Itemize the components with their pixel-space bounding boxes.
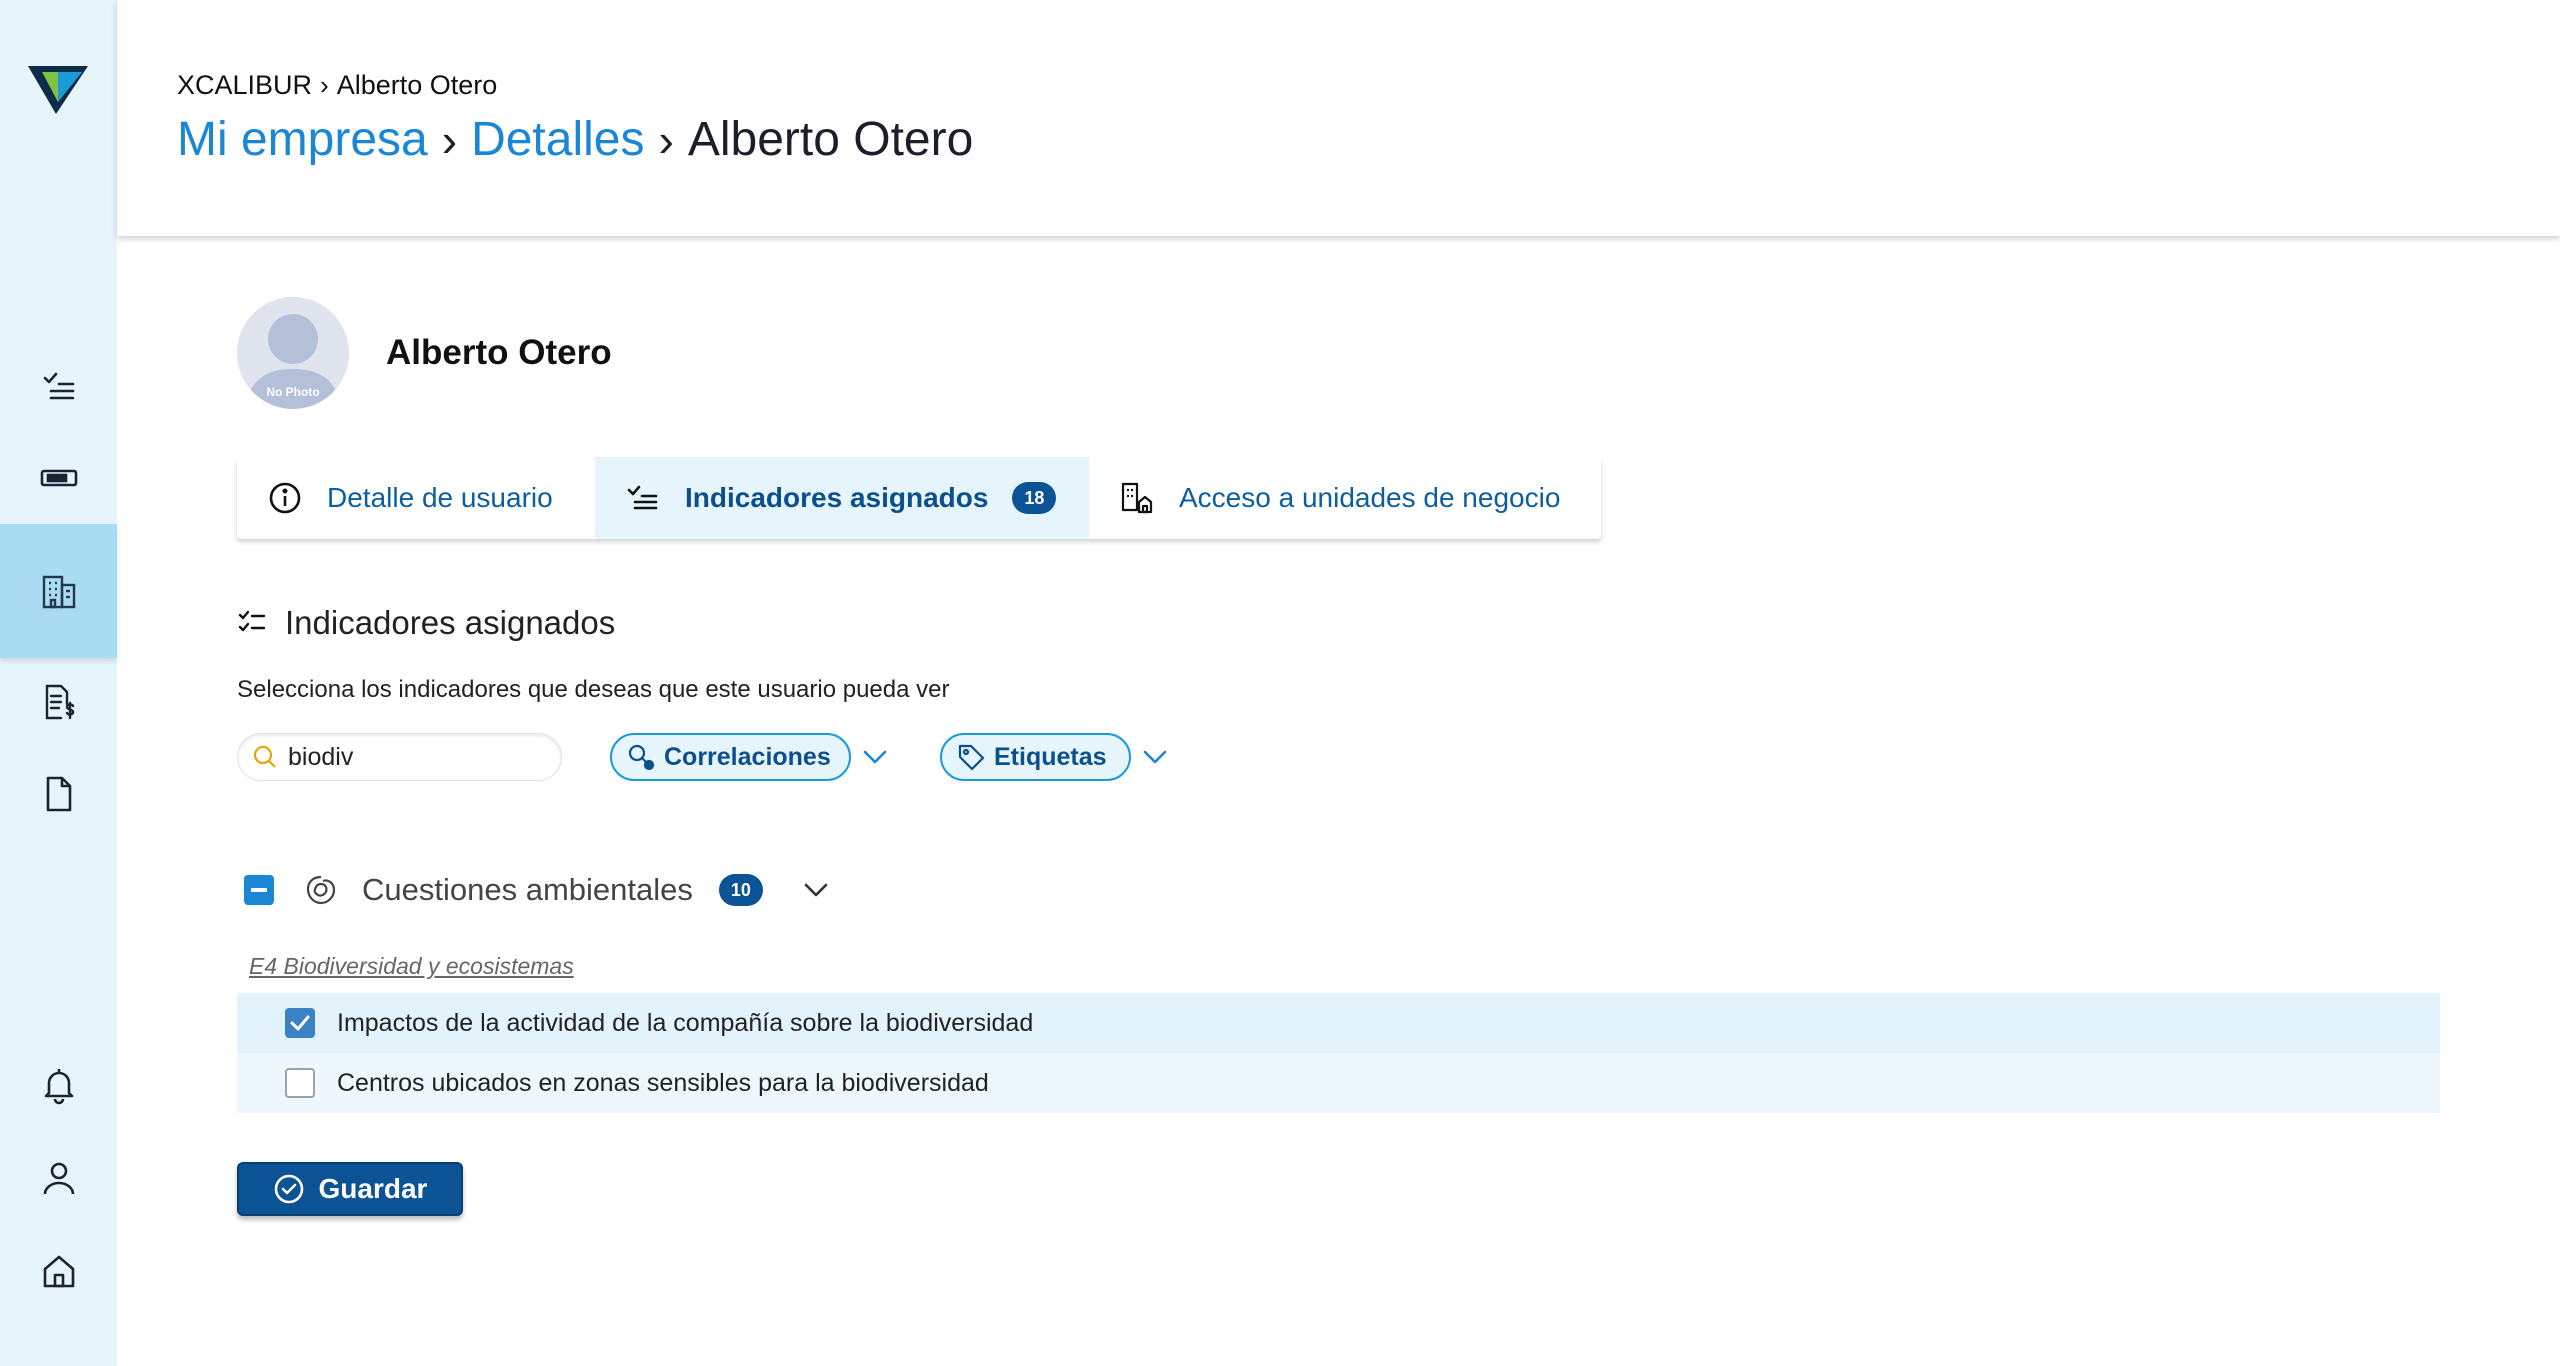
tab-label: Detalle de usuario <box>327 482 553 513</box>
tab-count-badge: 18 <box>1012 482 1057 514</box>
section-heading: Indicadores asignados <box>237 604 615 642</box>
indicator-row[interactable]: Centros ubicados en zonas sensibles para… <box>237 1053 2440 1113</box>
checklist-icon <box>238 610 266 632</box>
breadcrumb-current: Alberto Otero <box>336 70 498 100</box>
sidebar-item-documents[interactable] <box>0 754 117 834</box>
tab-assigned-indicators[interactable]: Indicadores asignados 18 <box>595 457 1089 539</box>
breadcrumb-link-mi-empresa[interactable]: Mi empresa <box>177 112 428 167</box>
user-icon <box>43 1162 74 1195</box>
chevron-down-icon[interactable] <box>858 740 892 774</box>
sidebar <box>0 0 117 1366</box>
logo-icon[interactable] <box>28 62 88 116</box>
section-description: Selecciona los indicadores que deseas qu… <box>237 676 950 703</box>
sidebar-item-notifications[interactable] <box>0 1045 117 1125</box>
page-title-breadcrumb: Mi empresa › Detalles › Alberto Otero <box>177 112 973 167</box>
checklist-icon <box>43 372 74 400</box>
checklist-icon <box>627 485 658 510</box>
breadcrumb-root[interactable]: XCALIBUR <box>177 70 312 101</box>
environment-icon <box>306 875 336 905</box>
card-icon <box>40 469 77 487</box>
info-icon <box>269 482 301 514</box>
search-input[interactable] <box>288 742 538 772</box>
correlations-filter-button[interactable]: Correlaciones <box>610 733 851 781</box>
filter-label: Etiquetas <box>994 742 1107 771</box>
tag-icon <box>958 744 985 771</box>
tags-filter-button[interactable]: Etiquetas <box>940 733 1131 781</box>
invoice-icon <box>45 684 74 720</box>
tab-label: Indicadores asignados <box>685 482 989 513</box>
sidebar-item-invoices[interactable] <box>0 662 117 742</box>
buildings-icon <box>1121 482 1153 514</box>
bell-icon <box>44 1069 73 1105</box>
breadcrumb-small: XCALIBUR › Alberto Otero <box>177 70 497 101</box>
checkmark-icon <box>290 1015 310 1031</box>
indicator-checkbox[interactable] <box>285 1068 315 1098</box>
page-title: Alberto Otero <box>687 113 974 166</box>
breadcrumb-link-detalles[interactable]: Detalles <box>471 112 644 167</box>
indicator-label: Impactos de la actividad de la compañía … <box>337 1008 1034 1037</box>
user-name: Alberto Otero <box>386 333 612 372</box>
sidebar-item-profile[interactable] <box>0 1138 117 1218</box>
sidebar-item-card[interactable] <box>0 438 117 518</box>
tab-bar: Detalle de usuario Indicadores asignados… <box>237 457 1601 539</box>
avatar-placeholder-text: No Photo <box>266 385 320 399</box>
tab-user-detail[interactable]: Detalle de usuario <box>237 457 595 539</box>
search-icon <box>253 745 276 768</box>
indicator-row[interactable]: Impactos de la actividad de la compañía … <box>237 993 2440 1053</box>
sidebar-item-indicators[interactable] <box>0 346 117 426</box>
tab-label: Acceso a unidades de negocio <box>1179 482 1561 513</box>
sidebar-item-home[interactable] <box>0 1231 117 1311</box>
avatar: No Photo <box>237 297 349 409</box>
section-title: Indicadores asignados <box>285 604 616 641</box>
group-label: Cuestiones ambientales <box>362 872 693 907</box>
sidebar-item-company[interactable] <box>0 524 117 658</box>
indicator-label: Centros ubicados en zonas sensibles para… <box>337 1068 989 1097</box>
indicator-group-row: Cuestiones ambientales 10 <box>244 870 833 910</box>
save-button-label: Guardar <box>318 1173 428 1204</box>
page-header: XCALIBUR › Alberto Otero Mi empresa › De… <box>117 0 2560 236</box>
chevron-down-icon[interactable] <box>1138 740 1172 774</box>
building-icon <box>42 575 75 609</box>
filter-label: Correlaciones <box>664 742 831 771</box>
group-count-badge: 10 <box>718 874 763 906</box>
chevron-right-icon: › <box>658 113 674 166</box>
save-button[interactable]: Guardar <box>237 1162 463 1216</box>
search-box[interactable] <box>237 733 562 781</box>
chevron-right-icon: › <box>320 70 329 100</box>
document-icon <box>46 776 71 812</box>
check-circle-icon <box>274 1174 303 1204</box>
chevron-down-icon[interactable] <box>799 873 833 907</box>
indicator-checkbox[interactable] <box>285 1008 315 1038</box>
subcategory-link[interactable]: E4 Biodiversidad y ecosistemas <box>249 953 574 980</box>
chevron-right-icon: › <box>441 113 458 166</box>
correlation-icon <box>628 744 655 771</box>
tab-business-unit-access[interactable]: Acceso a unidades de negocio <box>1089 457 1601 539</box>
home-icon <box>43 1255 74 1288</box>
group-select-all-checkbox[interactable] <box>244 875 274 905</box>
